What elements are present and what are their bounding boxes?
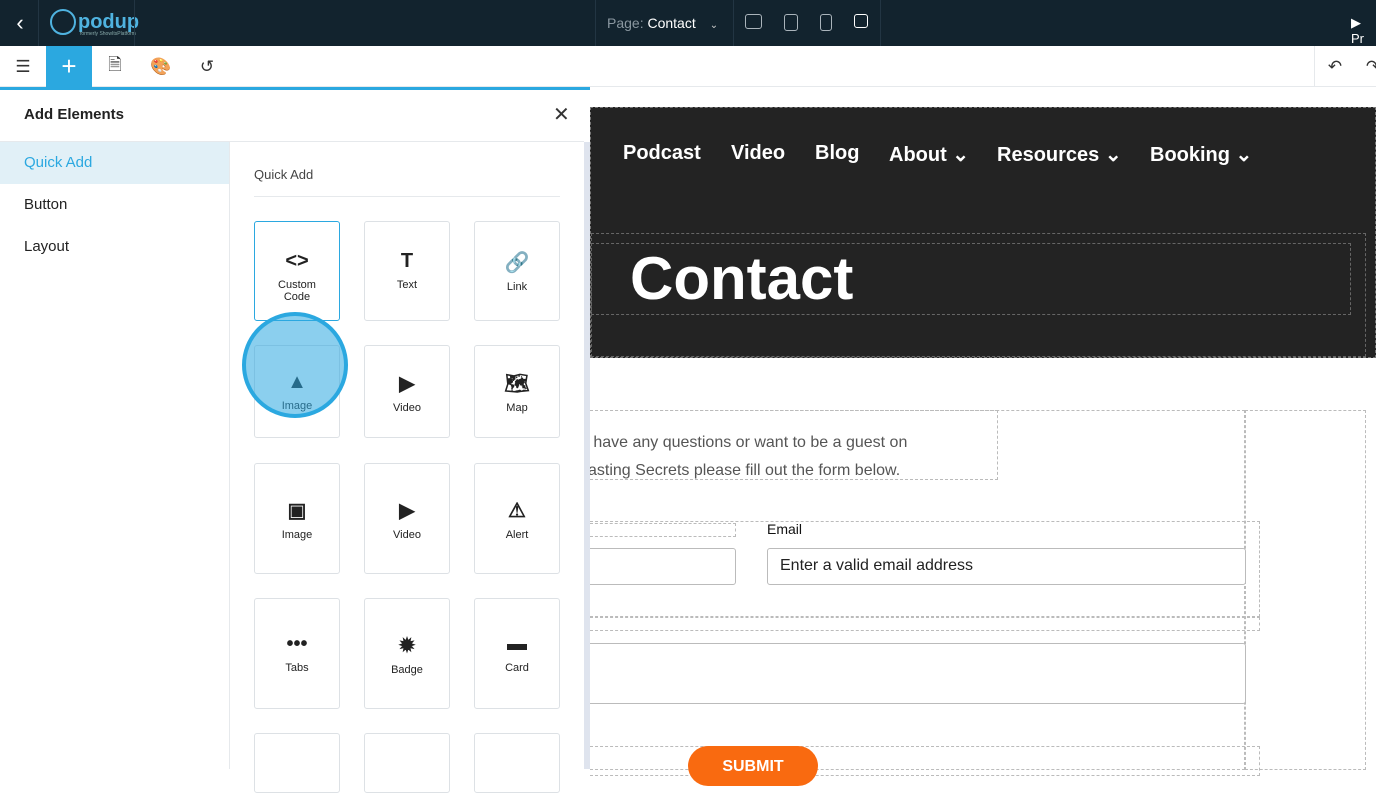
section-title: Quick Add <box>254 167 314 182</box>
element-custom-code[interactable]: <> Custom Code <box>254 221 340 321</box>
video-icon: ▶ <box>399 372 415 395</box>
history-icon[interactable]: ↺ <box>184 46 230 87</box>
element-label: Image <box>281 528 313 541</box>
element-label: Text <box>396 279 418 291</box>
mobile-icon[interactable] <box>820 14 832 31</box>
element-map[interactable]: 🗺 Map <box>474 345 560 438</box>
page-selector[interactable]: Page: Contact ⌄ <box>607 15 718 31</box>
page-title: Contact <box>630 245 854 312</box>
preview-button[interactable]: ▶ Pr <box>1351 15 1376 46</box>
map-icon: 🗺 <box>504 372 530 395</box>
redo-icon[interactable]: ↷ <box>1350 46 1376 87</box>
element-tabs[interactable]: ••• Tabs <box>254 598 340 709</box>
nav-button[interactable]: Button <box>0 184 229 226</box>
element-text[interactable]: T Text <box>364 221 450 321</box>
text-icon: T <box>400 250 414 272</box>
element-label: Tabs <box>285 661 309 674</box>
element-image[interactable]: ▲ Image <box>254 345 340 438</box>
element-label: Link <box>506 281 528 293</box>
element-item[interactable] <box>474 733 560 793</box>
card-icon: ▬ <box>507 632 527 655</box>
menu-blog[interactable]: Blog <box>815 142 859 165</box>
toolbar: ☰ + 🗎 🎨 ↺ ↶ ↷ <box>0 46 1376 87</box>
menu-video[interactable]: Video <box>731 142 785 165</box>
element-label: Video <box>393 528 421 541</box>
top-bar: ‹ podup formerly ShowItsPlatform Page: Co… <box>0 0 1376 46</box>
close-icon[interactable]: ✕ <box>553 102 570 127</box>
menu-about[interactable]: About ⌄ <box>889 142 969 167</box>
element-label: Card <box>505 661 529 674</box>
nav-quick-add[interactable]: Quick Add <box>0 142 229 184</box>
image-icon: ▣ <box>287 499 307 522</box>
element-label: Map <box>506 401 528 414</box>
logo: podup formerly ShowItsPlatform <box>50 9 139 37</box>
add-elements-panel: Add Elements ✕ Quick Add Button Layout Q… <box>0 90 590 793</box>
element-label: Image <box>281 399 313 412</box>
element-label: Video <box>393 401 421 414</box>
scrollbar[interactable] <box>584 142 590 769</box>
image-icon: ▲ <box>287 370 307 393</box>
element-badge[interactable]: ✹ Badge <box>364 598 450 709</box>
element-link[interactable]: 🔗 Link <box>474 221 560 321</box>
add-element-button[interactable]: + <box>46 46 92 87</box>
page-canvas: Podcast Video Blog About ⌄ Resources ⌄ B… <box>580 87 1376 786</box>
element-label: Badge <box>391 663 423 676</box>
square-view-icon[interactable] <box>854 14 868 28</box>
menu-podcast[interactable]: Podcast <box>623 142 701 165</box>
menu-resources[interactable]: Resources ⌄ <box>997 142 1122 167</box>
element-alert[interactable]: ⚠ Alert <box>474 463 560 574</box>
badge-icon: ✹ <box>398 634 416 657</box>
element-item[interactable] <box>364 733 450 793</box>
panel-nav: Quick Add Button Layout <box>0 142 230 769</box>
element-video[interactable]: ▶ Video <box>364 345 450 438</box>
custom-code-icon: <> <box>285 250 309 272</box>
submit-button[interactable]: SUBMIT <box>688 746 818 786</box>
element-item[interactable] <box>254 733 340 793</box>
palette-icon[interactable]: 🎨 <box>138 46 184 87</box>
chevron-down-icon: ⌄ <box>709 20 719 31</box>
element-image[interactable]: ▣ Image <box>254 463 340 574</box>
name-input[interactable] <box>580 548 736 585</box>
back-button[interactable]: ‹ <box>8 10 32 36</box>
element-card[interactable]: ▬ Card <box>474 598 560 709</box>
element-video[interactable]: ▶ Video <box>364 463 450 574</box>
page-icon[interactable]: 🗎 <box>92 46 138 87</box>
element-label: Custom Code <box>278 279 316 303</box>
link-icon: 🔗 <box>504 252 530 274</box>
panel-title: Add Elements <box>24 106 125 123</box>
menu-booking[interactable]: Booking ⌄ <box>1150 142 1252 167</box>
email-label: Email <box>767 521 803 537</box>
tabs-icon: ••• <box>286 632 308 655</box>
layers-icon[interactable]: ☰ <box>0 46 46 87</box>
message-textarea[interactable] <box>580 643 1246 704</box>
panel-header: Add Elements ✕ <box>0 90 584 142</box>
element-label: Alert <box>505 528 529 541</box>
desktop-icon[interactable] <box>745 14 762 29</box>
hero-section[interactable]: Podcast Video Blog About ⌄ Resources ⌄ B… <box>590 107 1376 358</box>
alert-icon: ⚠ <box>508 499 526 522</box>
video-icon: ▶ <box>399 499 415 522</box>
tablet-icon[interactable] <box>784 14 798 31</box>
email-input[interactable]: Enter a valid email address <box>767 548 1246 585</box>
nav-layout[interactable]: Layout <box>0 226 229 268</box>
